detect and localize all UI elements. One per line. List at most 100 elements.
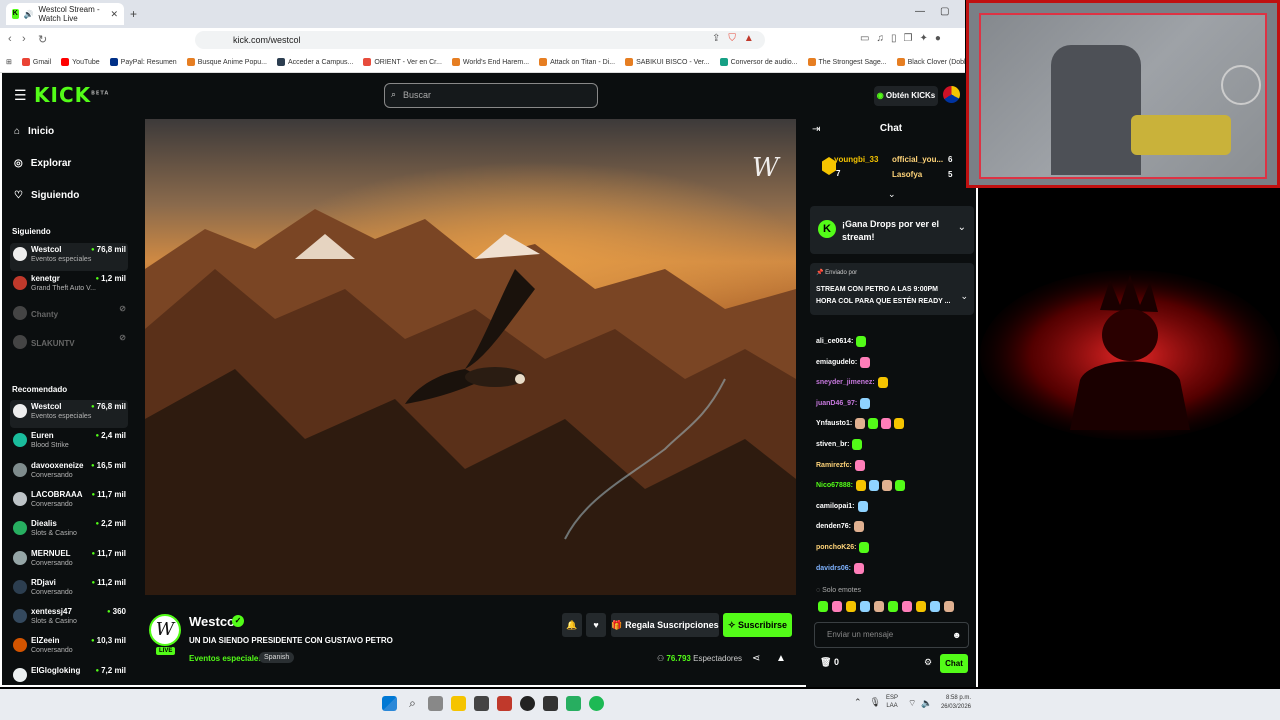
emote-icon[interactable] bbox=[818, 601, 828, 612]
menu-icon[interactable]: ☰ bbox=[14, 87, 27, 104]
chat-message[interactable]: Nico67888: bbox=[816, 480, 905, 492]
windows-start-icon[interactable] bbox=[382, 696, 397, 711]
bookmark-item[interactable]: Gmail bbox=[21, 58, 51, 66]
kick-logo[interactable]: KICKBETA bbox=[34, 83, 109, 107]
emote-icon[interactable] bbox=[832, 601, 842, 612]
notification-bell-button[interactable]: 🔔 bbox=[562, 613, 582, 637]
tray-chevron-icon[interactable]: ⌃ bbox=[854, 697, 862, 708]
wifi-icon[interactable]: ⌔ bbox=[908, 698, 916, 709]
chat-username[interactable]: denden76: bbox=[816, 523, 851, 530]
emote-icon[interactable] bbox=[888, 601, 898, 612]
language-indicator[interactable]: ESP LAA bbox=[886, 694, 898, 710]
apps-icon[interactable]: ⊞ bbox=[6, 58, 12, 66]
sidebar-channel[interactable]: Westcol Eventos especiales 76,8 mil bbox=[10, 400, 128, 428]
kick-points[interactable]: 🗑 0 bbox=[820, 657, 839, 668]
leaderboard-entry[interactable]: youngbi_33 bbox=[834, 155, 878, 164]
user-avatar[interactable] bbox=[943, 86, 960, 103]
sidebar-channel[interactable]: MERNUELConversando 11,7 mil bbox=[10, 547, 128, 575]
microphone-icon[interactable]: 🎙 bbox=[870, 697, 881, 708]
cast-icon[interactable]: ▭ bbox=[860, 33, 869, 44]
sidebar-channel[interactable]: Westcol Eventos especiales 76,8 mil bbox=[10, 243, 128, 271]
sidebar-channel[interactable]: Chanty ⊘ bbox=[10, 302, 128, 330]
sidebar-channel[interactable]: SLAKUNTV ⊘ bbox=[10, 331, 128, 359]
bookmark-item[interactable]: Conversor de audio... bbox=[719, 58, 798, 66]
search-input[interactable]: Buscar bbox=[384, 83, 598, 108]
task-view-icon[interactable] bbox=[428, 696, 443, 711]
sidebar-channel[interactable]: ElZeeinConversando 10,3 mil bbox=[10, 634, 128, 662]
close-tab-icon[interactable]: ✕ bbox=[110, 9, 118, 20]
leaderboard-entry[interactable]: Lasofya bbox=[892, 170, 922, 179]
chat-username[interactable]: camilopai1: bbox=[816, 503, 855, 510]
chevron-down-icon[interactable]: ⌄ bbox=[960, 291, 968, 302]
video-player[interactable] bbox=[145, 119, 796, 595]
chat-message[interactable]: ali_ce0614: bbox=[816, 336, 867, 347]
chat-username[interactable]: juanD46_97: bbox=[816, 400, 857, 407]
sidebar-nav-siguiendo[interactable]: ♡ Siguiendo bbox=[14, 190, 79, 201]
sidebar-channel[interactable]: ElGlogloking 7,2 mil bbox=[10, 664, 128, 692]
android-icon[interactable] bbox=[566, 696, 581, 711]
emote-icon[interactable] bbox=[930, 601, 940, 612]
share-stream-icon[interactable]: ⋖ bbox=[752, 653, 760, 664]
tabs-icon[interactable]: ❐ bbox=[903, 33, 912, 44]
extensions-icon[interactable]: ✦ bbox=[919, 33, 927, 44]
chat-message[interactable]: denden76: bbox=[816, 521, 865, 533]
minimize-icon[interactable]: — bbox=[915, 6, 925, 17]
chat-message[interactable]: Ynfausto1: bbox=[816, 418, 905, 430]
pinned-message[interactable]: 📌 Enviado por STREAM CON PETRO A LAS 9:0… bbox=[810, 263, 974, 315]
emote-icon[interactable] bbox=[860, 601, 870, 612]
chat-username[interactable]: Ramirezfc: bbox=[816, 462, 852, 469]
sidebar-channel[interactable]: xentessj47Slots & Casino 360 bbox=[10, 605, 128, 633]
obs-icon[interactable] bbox=[520, 696, 535, 711]
sidebar-nav-explorar[interactable]: ◎ Explorar bbox=[14, 158, 71, 169]
chat-username[interactable]: Nico67888: bbox=[816, 482, 853, 489]
bookmark-item[interactable]: SABIKUI BISCO - Ver... bbox=[625, 58, 710, 66]
leaderboard-entry[interactable]: official_you... bbox=[892, 155, 943, 164]
shield-icon[interactable]: ⛉ bbox=[728, 33, 736, 44]
store-icon[interactable] bbox=[474, 696, 489, 711]
chat-send-button[interactable]: Chat bbox=[940, 654, 968, 673]
chat-input[interactable]: Enviar un mensaje bbox=[814, 622, 969, 648]
emote-icon[interactable] bbox=[874, 601, 884, 612]
bookmark-item[interactable]: World's End Harem... bbox=[451, 58, 529, 66]
chat-username[interactable]: stiven_br: bbox=[816, 441, 849, 448]
drops-banner[interactable]: K ¡Gana Drops por ver el stream! ⌄ bbox=[810, 206, 974, 254]
bookmark-item[interactable]: Busque Anime Popu... bbox=[186, 58, 267, 66]
chat-username[interactable]: Ynfausto1: bbox=[816, 420, 852, 427]
search-icon[interactable]: ⌕ bbox=[405, 696, 420, 711]
spotify-icon[interactable] bbox=[589, 696, 604, 711]
share-icon[interactable]: ⇪ bbox=[712, 33, 720, 44]
bookmark-item[interactable]: Black Clover (Dobla... bbox=[896, 58, 975, 66]
volume-icon[interactable]: 🔈 bbox=[921, 698, 932, 709]
stream-language-tag[interactable]: Spanish bbox=[259, 652, 295, 663]
bookmark-item[interactable]: ORIENT - Ver en Cr... bbox=[363, 58, 442, 66]
chat-username[interactable]: ponchoK26: bbox=[816, 544, 856, 551]
chat-username[interactable]: davidrs06: bbox=[816, 565, 851, 572]
emote-icon[interactable] bbox=[944, 601, 954, 612]
gift-subs-button[interactable]: 🎁 Regala Suscripciones bbox=[611, 613, 719, 637]
chat-message[interactable]: emiagudelo: bbox=[816, 356, 871, 368]
back-icon[interactable]: ‹ bbox=[8, 33, 12, 45]
chat-message[interactable]: juanD46_97: bbox=[816, 397, 871, 409]
sidebar-channel[interactable]: DiealisSlots & Casino 2,2 mil bbox=[10, 517, 128, 545]
bookmark-item[interactable]: YouTube bbox=[61, 58, 100, 66]
chevron-down-icon[interactable]: ⌄ bbox=[958, 222, 966, 233]
url-field[interactable]: kick.com/westcol bbox=[195, 31, 765, 49]
bookmark-item[interactable]: The Strongest Sage... bbox=[807, 58, 887, 66]
forward-icon[interactable]: › bbox=[22, 33, 26, 45]
follow-button[interactable]: ♥ bbox=[586, 613, 606, 637]
bookmark-item[interactable]: Attack on Titan - Di... bbox=[539, 58, 615, 66]
emote-icon[interactable] bbox=[902, 601, 912, 612]
sidebar-channel[interactable]: LACOBRAAAConversando 11,7 mil bbox=[10, 488, 128, 516]
browser-tab[interactable]: K 🔊 Westcol Stream - Watch Live ✕ bbox=[6, 3, 124, 25]
maximize-icon[interactable]: ▢ bbox=[940, 6, 949, 17]
stream-category[interactable]: Eventos especiales bbox=[189, 654, 263, 663]
expand-leaderboard-icon[interactable]: ⌄ bbox=[888, 189, 896, 200]
streamer-avatar[interactable]: W bbox=[149, 614, 181, 646]
report-icon[interactable]: ▲ bbox=[776, 653, 786, 664]
sidebar-nav-inicio[interactable]: ⌂ Inicio bbox=[14, 126, 54, 137]
profile-icon[interactable]: ● bbox=[935, 33, 941, 44]
sidebar-channel[interactable]: EurenBlood Strike 2,4 mil bbox=[10, 429, 128, 457]
reload-icon[interactable]: ↻ bbox=[38, 33, 47, 46]
file-explorer-icon[interactable] bbox=[451, 696, 466, 711]
brave-icon[interactable] bbox=[497, 696, 512, 711]
